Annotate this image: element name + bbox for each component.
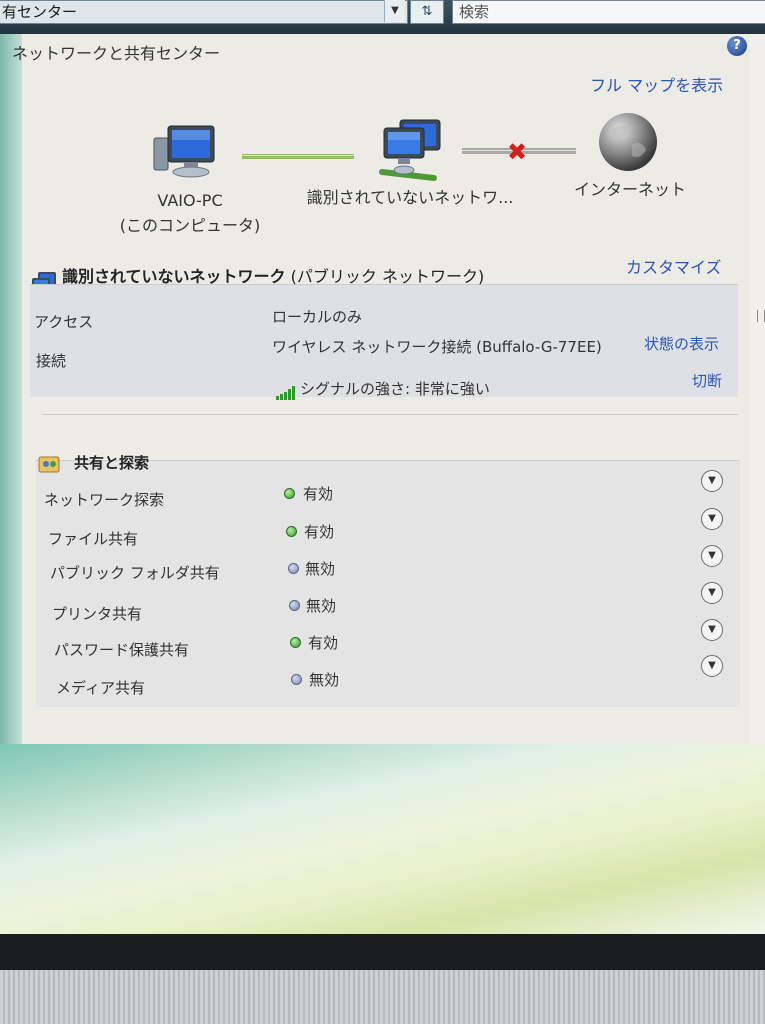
globe-icon[interactable] (596, 110, 660, 174)
access-value: ローカルのみ (272, 308, 363, 326)
computer-name: VAIO-PC (157, 191, 223, 210)
window-left-edge (0, 34, 22, 754)
customize-link[interactable]: カスタマイズ (626, 254, 722, 278)
status-enabled-icon (290, 637, 301, 648)
signal-strength-icon (276, 386, 295, 400)
address-bar[interactable]: 有センター (0, 0, 408, 24)
sharing-item-status-file-sharing: 有効 (304, 523, 335, 541)
taskbar[interactable] (0, 934, 765, 970)
status-disabled-icon (291, 674, 302, 685)
sharing-icon (38, 456, 60, 473)
access-label: アクセス (34, 313, 94, 331)
computer-label: VAIO-PC (このコンピュータ) (110, 188, 270, 238)
network-heading: 識別されていないネットワーク (パブリック ネットワーク) (62, 263, 484, 287)
chevron-down-icon: ▼ (708, 587, 716, 598)
sharing-item-label-file-sharing: ファイル共有 (48, 530, 139, 548)
search-input[interactable]: 検索 (452, 0, 765, 24)
expand-printer-sharing-button[interactable]: ▼ (701, 582, 723, 604)
expand-public-folder-button[interactable]: ▼ (701, 545, 723, 567)
chevron-down-icon: ▼ (708, 475, 716, 486)
connection-line-pc-network (242, 154, 354, 159)
disconnect-link[interactable]: 切断 (692, 370, 722, 391)
refresh-icon: ⇅ (421, 4, 433, 19)
expand-network-discovery-button[interactable]: ▼ (701, 470, 723, 492)
status-enabled-icon (284, 488, 295, 499)
sharing-item-label-password-protected: パスワード保護共有 (54, 641, 190, 659)
sharing-item-label-public-folder: パブリック フォルダ共有 (50, 564, 220, 582)
sharing-item-status-password-protected: 有効 (308, 634, 339, 652)
network-heading-name: 識別されていないネットワーク (62, 267, 286, 286)
status-enabled-icon (286, 526, 297, 537)
section-divider (42, 414, 738, 415)
computer-icon[interactable] (152, 124, 218, 184)
scrollbar-track[interactable] (750, 34, 765, 744)
sharing-heading: 共有と探索 (74, 454, 150, 472)
sharing-item-status-network-discovery: 有効 (303, 485, 334, 503)
expand-file-sharing-button[interactable]: ▼ (701, 508, 723, 530)
address-text: 有センター (2, 3, 78, 21)
internet-label: インターネット (573, 180, 686, 199)
scrollbar-grip[interactable] (757, 310, 765, 322)
sharing-item-status-printer: 無効 (306, 597, 337, 615)
view-status-link[interactable]: 状態の表示 (644, 333, 719, 354)
network-label: 識別されていないネットワ... (306, 188, 514, 207)
chevron-down-icon: ▼ (708, 550, 716, 561)
sharing-item-label-printer: プリンタ共有 (52, 605, 143, 623)
computer-subtitle: (このコンピュータ) (119, 216, 261, 235)
title-bar: 有センター ▼ ⇅ 検索 (0, 0, 765, 34)
sharing-item-status-media: 無効 (309, 671, 340, 689)
connection-label: 接続 (36, 352, 67, 370)
sharing-item-label-network-discovery: ネットワーク探索 (44, 491, 165, 509)
sharing-item-label-media: メディア共有 (56, 679, 145, 697)
expand-password-sharing-button[interactable]: ▼ (701, 619, 723, 641)
network-heading-type: (パブリック ネットワーク) (285, 267, 485, 286)
signal-strength-value: シグナルの強さ: 非常に強い (300, 380, 490, 398)
help-icon[interactable]: ? (727, 36, 747, 56)
connection-value: ワイヤレス ネットワーク接続 (Buffalo-G-77EE) (272, 338, 602, 356)
status-disabled-icon (288, 563, 299, 574)
refresh-button[interactable]: ⇅ (410, 0, 444, 24)
broken-connection-icon[interactable]: ✖ (507, 138, 527, 166)
network-icon[interactable] (378, 118, 444, 184)
full-map-link[interactable]: フル マップを表示 (590, 72, 723, 96)
chevron-down-icon: ▼ (708, 624, 716, 635)
chevron-down-icon: ▼ (708, 660, 716, 671)
status-disabled-icon (289, 600, 300, 611)
chevron-down-icon: ▼ (391, 5, 399, 16)
page-title: ネットワークと共有センター (12, 44, 221, 63)
search-placeholder: 検索 (459, 3, 490, 21)
laptop-bezel (0, 970, 765, 1024)
desktop-wallpaper (0, 744, 765, 934)
sharing-item-status-public-folder: 無効 (305, 560, 336, 578)
address-dropdown-button[interactable]: ▼ (384, 0, 405, 22)
expand-media-sharing-button[interactable]: ▼ (701, 655, 723, 677)
chevron-down-icon: ▼ (708, 513, 716, 524)
